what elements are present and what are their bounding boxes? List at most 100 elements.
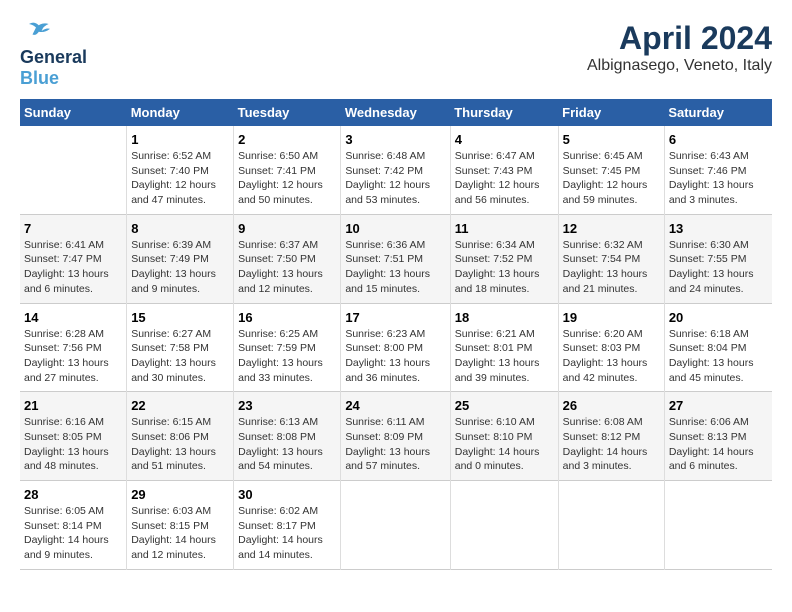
calendar-cell-w3d5: 18 Sunrise: 6:21 AMSunset: 8:01 PMDayligh…: [450, 303, 558, 392]
cell-line-2: Daylight: 12 hours: [345, 178, 445, 193]
week-row-5: 28Sunrise: 6:05 AMSunset: 8:14 PMDayligh…: [20, 481, 772, 570]
cell-line-1: Sunset: 8:15 PM: [131, 519, 229, 534]
cell-line-2: Daylight: 14 hours: [563, 445, 660, 460]
cell-line-1: Sunset: 8:03 PM: [563, 341, 660, 356]
cell-line-0: Sunrise: 6:20 AM: [563, 327, 660, 342]
calendar-cell-w2d5: 11 Sunrise: 6:34 AMSunset: 7:52 PMDayligh…: [450, 214, 558, 303]
cell-line-0: Sunrise: 6:21 AM: [455, 327, 554, 342]
day-number: 27: [669, 398, 768, 413]
day-number: 14: [24, 310, 122, 325]
calendar-cell-w5d3: 30Sunrise: 6:02 AMSunset: 8:17 PMDayligh…: [234, 481, 341, 570]
cell-line-0: Sunrise: 6:15 AM: [131, 415, 229, 430]
cell-line-2: Daylight: 13 hours: [24, 445, 122, 460]
cell-line-2: Daylight: 12 hours: [131, 178, 229, 193]
cell-line-1: Sunset: 7:47 PM: [24, 252, 122, 267]
cell-line-3: and 12 minutes.: [131, 548, 229, 563]
cell-line-3: and 6 minutes.: [24, 282, 122, 297]
day-number: 3: [345, 132, 445, 147]
day-number: 19: [563, 310, 660, 325]
cell-line-2: Daylight: 12 hours: [563, 178, 660, 193]
cell-line-3: and 21 minutes.: [563, 282, 660, 297]
day-number: 20: [669, 310, 768, 325]
day-number: 30: [238, 487, 336, 502]
day-number: 2: [238, 132, 336, 147]
cell-line-0: Sunrise: 6:13 AM: [238, 415, 336, 430]
day-number: 25: [455, 398, 554, 413]
cell-line-2: Daylight: 13 hours: [345, 267, 445, 282]
calendar-cell-w3d3: 16Sunrise: 6:25 AMSunset: 7:59 PMDayligh…: [234, 303, 341, 392]
logo-bird-icon: [22, 20, 50, 42]
cell-line-0: Sunrise: 6:03 AM: [131, 504, 229, 519]
cell-line-3: and 3 minutes.: [669, 193, 768, 208]
calendar-cell-w1d4: 3Sunrise: 6:48 AMSunset: 7:42 PMDaylight…: [341, 126, 450, 214]
header-thursday: Thursday: [450, 99, 558, 126]
cell-line-0: Sunrise: 6:32 AM: [563, 238, 660, 253]
cell-line-3: and 12 minutes.: [238, 282, 336, 297]
header-saturday: Saturday: [664, 99, 772, 126]
day-number: 8: [131, 221, 229, 236]
calendar-cell-w2d6: 12Sunrise: 6:32 AMSunset: 7:54 PMDayligh…: [558, 214, 664, 303]
cell-line-0: Sunrise: 6:06 AM: [669, 415, 768, 430]
cell-line-1: Sunset: 7:58 PM: [131, 341, 229, 356]
header-monday: Monday: [127, 99, 234, 126]
cell-line-1: Sunset: 7:52 PM: [455, 252, 554, 267]
cell-line-1: Sunset: 8:01 PM: [455, 341, 554, 356]
day-number: 6: [669, 132, 768, 147]
cell-line-0: Sunrise: 6:16 AM: [24, 415, 122, 430]
cell-line-1: Sunset: 7:43 PM: [455, 164, 554, 179]
cell-line-2: Daylight: 13 hours: [563, 267, 660, 282]
calendar-cell-w4d1: 21Sunrise: 6:16 AMSunset: 8:05 PMDayligh…: [20, 392, 127, 481]
day-number: 1: [131, 132, 229, 147]
cell-line-0: Sunrise: 6:34 AM: [455, 238, 554, 253]
day-number: 11: [455, 221, 554, 236]
cell-line-3: and 56 minutes.: [455, 193, 554, 208]
calendar-cell-w1d2: 1Sunrise: 6:52 AMSunset: 7:40 PMDaylight…: [127, 126, 234, 214]
cell-line-0: Sunrise: 6:28 AM: [24, 327, 122, 342]
cell-line-1: Sunset: 7:40 PM: [131, 164, 229, 179]
calendar-cell-w5d7: [664, 481, 772, 570]
cell-line-2: Daylight: 13 hours: [345, 356, 445, 371]
day-number: 16: [238, 310, 336, 325]
cell-line-3: and 0 minutes.: [455, 459, 554, 474]
day-number: 24: [345, 398, 445, 413]
cell-line-2: Daylight: 14 hours: [238, 533, 336, 548]
cell-line-0: Sunrise: 6:39 AM: [131, 238, 229, 253]
cell-line-2: Daylight: 13 hours: [455, 356, 554, 371]
day-number: 17: [345, 310, 445, 325]
cell-line-3: and 18 minutes.: [455, 282, 554, 297]
cell-line-1: Sunset: 8:00 PM: [345, 341, 445, 356]
cell-line-0: Sunrise: 6:45 AM: [563, 149, 660, 164]
title-area: April 2024 Albignasego, Veneto, Italy: [587, 20, 772, 75]
cell-line-0: Sunrise: 6:02 AM: [238, 504, 336, 519]
month-year-title: April 2024: [587, 20, 772, 57]
calendar-cell-w3d7: 20Sunrise: 6:18 AMSunset: 8:04 PMDayligh…: [664, 303, 772, 392]
cell-line-1: Sunset: 7:50 PM: [238, 252, 336, 267]
calendar-cell-w4d2: 22Sunrise: 6:15 AMSunset: 8:06 PMDayligh…: [127, 392, 234, 481]
cell-line-0: Sunrise: 6:36 AM: [345, 238, 445, 253]
cell-line-3: and 15 minutes.: [345, 282, 445, 297]
calendar-cell-w1d5: 4Sunrise: 6:47 AMSunset: 7:43 PMDaylight…: [450, 126, 558, 214]
calendar-cell-w2d2: 8Sunrise: 6:39 AMSunset: 7:49 PMDaylight…: [127, 214, 234, 303]
cell-line-1: Sunset: 8:13 PM: [669, 430, 768, 445]
cell-line-3: and 45 minutes.: [669, 371, 768, 386]
cell-line-0: Sunrise: 6:08 AM: [563, 415, 660, 430]
cell-line-2: Daylight: 13 hours: [238, 445, 336, 460]
cell-line-3: and 36 minutes.: [345, 371, 445, 386]
day-number: 18: [455, 310, 554, 325]
day-number: 5: [563, 132, 660, 147]
cell-line-0: Sunrise: 6:50 AM: [238, 149, 336, 164]
cell-line-2: Daylight: 13 hours: [24, 356, 122, 371]
cell-line-1: Sunset: 8:10 PM: [455, 430, 554, 445]
calendar-cell-w2d4: 10Sunrise: 6:36 AMSunset: 7:51 PMDayligh…: [341, 214, 450, 303]
cell-line-3: and 9 minutes.: [131, 282, 229, 297]
cell-line-0: Sunrise: 6:41 AM: [24, 238, 122, 253]
cell-line-2: Daylight: 14 hours: [455, 445, 554, 460]
calendar-cell-w3d4: 17Sunrise: 6:23 AMSunset: 8:00 PMDayligh…: [341, 303, 450, 392]
cell-line-2: Daylight: 13 hours: [455, 267, 554, 282]
calendar-cell-w4d5: 25Sunrise: 6:10 AMSunset: 8:10 PMDayligh…: [450, 392, 558, 481]
week-row-2: 7Sunrise: 6:41 AMSunset: 7:47 PMDaylight…: [20, 214, 772, 303]
cell-line-2: Daylight: 13 hours: [669, 356, 768, 371]
cell-line-1: Sunset: 7:56 PM: [24, 341, 122, 356]
cell-line-1: Sunset: 8:04 PM: [669, 341, 768, 356]
day-number: 13: [669, 221, 768, 236]
